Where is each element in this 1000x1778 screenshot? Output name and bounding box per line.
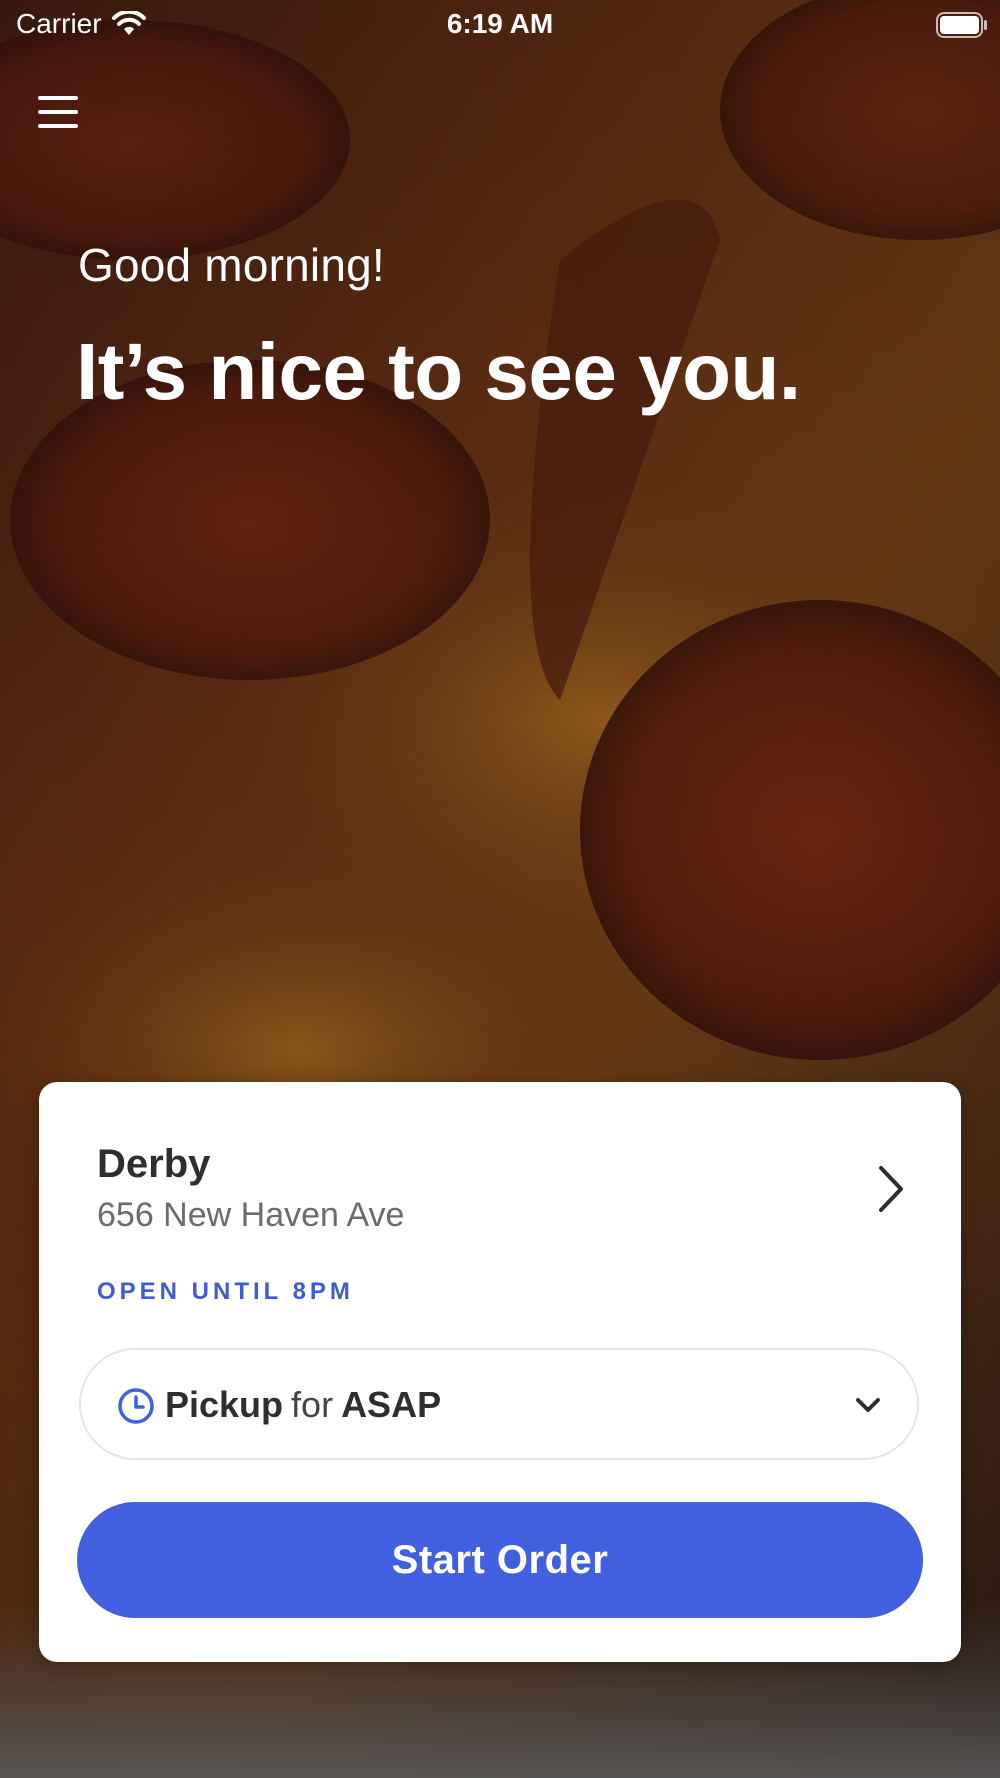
store-address: 656 New Haven Ave <box>97 1196 405 1234</box>
clock-icon <box>118 1388 154 1424</box>
status-time: 6:19 AM <box>446 8 554 39</box>
order-mode-label: Pickup for ASAP <box>165 1384 441 1426</box>
greeting-text: Good morning! <box>78 239 385 291</box>
store-card: Derby 656 New Haven Ave OPEN UNTIL 8PM P… <box>39 1082 961 1662</box>
order-mode-time: ASAP <box>341 1384 442 1425</box>
order-mode-type: Pickup <box>165 1384 284 1425</box>
hamburger-menu-icon <box>38 96 78 128</box>
status-bar: Carrier 6:19 AM <box>0 0 1000 50</box>
chevron-down-icon <box>856 1398 880 1412</box>
store-name: Derby <box>97 1142 211 1186</box>
welcome-headline: It’s nice to see you. <box>76 327 801 416</box>
menu-button[interactable] <box>38 94 78 130</box>
order-mode-connector: for <box>291 1384 334 1425</box>
store-details-link[interactable]: Derby 656 New Haven Ave <box>39 1082 961 1262</box>
order-mode-select[interactable]: Pickup for ASAP <box>79 1348 919 1460</box>
start-order-button[interactable]: Start Order <box>77 1502 923 1618</box>
chevron-right-icon <box>879 1166 903 1212</box>
battery-icon <box>936 12 987 38</box>
store-hours-badge: OPEN UNTIL 8PM <box>97 1278 354 1305</box>
